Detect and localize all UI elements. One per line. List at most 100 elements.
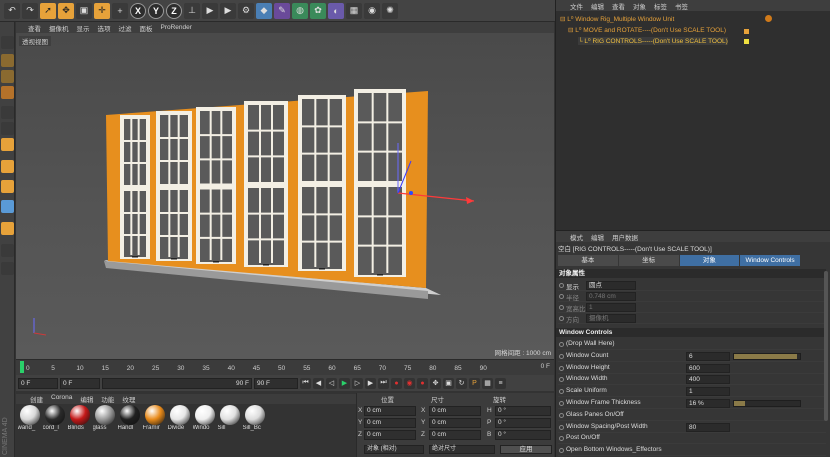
prop-value-field[interactable]: 16 % — [686, 399, 730, 408]
animate-dot-icon[interactable] — [559, 283, 564, 288]
animate-dot-icon[interactable] — [559, 436, 564, 442]
obj-menu-edit[interactable]: 编辑 — [591, 1, 604, 11]
prop-value-field[interactable]: 6 — [686, 351, 730, 361]
expand-icon[interactable]: ⊟ L⁰ — [560, 16, 575, 23]
model-mode-icon[interactable] — [1, 54, 14, 67]
grid-icon[interactable] — [1, 262, 14, 275]
tweak-mode-icon[interactable] — [1, 180, 14, 193]
viewport-menu-view[interactable]: 查看 — [28, 23, 41, 33]
recent-tools-icon[interactable]: + — [112, 2, 128, 19]
tag-icon[interactable] — [765, 15, 772, 22]
polygons-mode-icon[interactable] — [1, 138, 14, 151]
axis-mode-icon[interactable] — [1, 160, 14, 173]
viewport-menu-panel[interactable]: 面板 — [140, 23, 153, 33]
prop-value-field[interactable]: 摄像机 — [586, 314, 636, 323]
render-picture-viewer-icon[interactable]: ▶ — [220, 2, 236, 19]
rotate-key-icon[interactable]: ↻ — [456, 377, 467, 389]
render-view-icon[interactable]: ▶ — [202, 2, 218, 19]
prev-key-icon[interactable]: ◀ — [313, 377, 324, 389]
object-row-window-rig[interactable]: ⊟ L⁰ Window Rig_Multiple Window Unit — [560, 15, 674, 23]
prop-value-field[interactable]: 600 — [686, 363, 730, 373]
tab-basic[interactable]: 基本 — [558, 255, 618, 266]
cube-icon[interactable]: ◆ — [256, 2, 272, 19]
cloner-icon[interactable]: ✿ — [310, 2, 326, 19]
undo-icon[interactable]: ↶ — [4, 2, 20, 19]
size-mode-dropdown[interactable]: 绝对尺寸 — [429, 445, 495, 454]
animate-dot-icon[interactable] — [559, 377, 564, 383]
viewport-menu-display[interactable]: 显示 — [77, 23, 90, 33]
render-settings-icon[interactable]: ⚙ — [238, 2, 254, 19]
animate-dot-icon[interactable] — [559, 316, 564, 321]
prop-value-field[interactable]: 80 — [686, 422, 730, 432]
prop-slider[interactable] — [733, 400, 801, 407]
move-tool-icon[interactable]: ✥ — [58, 2, 74, 19]
viewport-menu-options[interactable]: 选项 — [98, 23, 111, 33]
timeline-menu-icon[interactable]: ≡ — [495, 377, 506, 389]
attr-menu-edit[interactable]: 编辑 — [591, 232, 604, 242]
pla-key-icon[interactable]: ▦ — [482, 377, 493, 389]
animate-dot-icon[interactable] — [559, 342, 564, 347]
material-swatch[interactable]: Divide — [168, 405, 191, 445]
object-row-move-rotate[interactable]: ⊟ L⁰ MOVE and ROTATE----(Don't Use SCALE… — [568, 26, 726, 34]
current-frame-field[interactable]: 0 F — [60, 377, 100, 389]
expand-icon[interactable]: ⊟ L⁰ — [568, 27, 583, 34]
prop-value-field[interactable]: 400 — [686, 375, 730, 385]
perspective-viewport[interactable]: 透视视图 网格间距 : 1000 cm — [16, 33, 554, 359]
animate-dot-icon[interactable] — [559, 412, 564, 418]
viewport-menu-filter[interactable]: 过滤 — [119, 23, 132, 33]
size-z-field[interactable]: 0 cm — [429, 430, 481, 440]
floor-icon[interactable]: ▦ — [346, 2, 362, 19]
material-swatch[interactable]: Windo — [193, 405, 216, 445]
pen-icon[interactable]: ✎ — [274, 2, 290, 19]
prop-value-field[interactable]: 1 — [586, 303, 636, 312]
rotation-h-field[interactable]: 0 ° — [495, 406, 551, 416]
next-key-icon[interactable]: ▶ — [365, 377, 376, 389]
rotate-tool-icon[interactable]: ✛ — [94, 2, 110, 19]
x-axis-lock[interactable]: X — [130, 2, 146, 19]
snap-icon[interactable] — [1, 200, 14, 213]
object-row-rig-controls[interactable]: └ L⁰ RIG CONTROLS-----(Don't Use SCALE T… — [578, 37, 728, 45]
frame-range-slider[interactable]: 90 F — [102, 377, 252, 389]
material-menu-edit[interactable]: 编辑 — [80, 394, 93, 404]
param-key-icon[interactable]: P — [469, 377, 480, 389]
prop-slider[interactable] — [733, 352, 801, 360]
material-swatch[interactable]: wand_ — [18, 405, 41, 445]
position-z-field[interactable]: 0 cm — [364, 430, 416, 440]
scale-tool-icon[interactable]: ▣ — [76, 2, 92, 19]
animate-dot-icon[interactable] — [559, 294, 564, 299]
timeline[interactable]: 0 5 10 15 20 25 30 35 40 45 50 55 60 65 70 75 80 85 90 0 F — [16, 359, 554, 375]
position-y-field[interactable]: 0 cm — [364, 418, 416, 428]
next-frame-icon[interactable]: ▷ — [352, 377, 363, 389]
goto-end-icon[interactable]: ⏭ — [378, 377, 389, 389]
points-mode-icon[interactable] — [1, 106, 14, 119]
prop-value-field[interactable]: 1 — [686, 387, 730, 397]
size-y-field[interactable]: 0 cm — [429, 418, 481, 428]
prop-value-field[interactable]: 0.748 cm — [586, 292, 636, 301]
lock-workplane-icon[interactable] — [1, 244, 14, 257]
record-icon[interactable]: ● — [391, 377, 402, 389]
rotation-p-field[interactable]: 0 ° — [495, 418, 551, 428]
scale-key-icon[interactable]: ▣ — [443, 377, 454, 389]
tab-object[interactable]: 对象 — [679, 255, 740, 266]
size-x-field[interactable]: 0 cm — [429, 406, 481, 416]
make-editable-icon[interactable] — [1, 36, 14, 49]
end-frame-field[interactable]: 90 F — [254, 377, 298, 389]
material-swatch[interactable]: Blinds — [68, 405, 91, 445]
animate-dot-icon[interactable] — [559, 365, 564, 371]
camera-icon[interactable]: ◉ — [364, 2, 380, 19]
obj-menu-view[interactable]: 查看 — [612, 1, 625, 11]
locking-icon[interactable] — [1, 222, 14, 235]
obj-menu-object[interactable]: 对象 — [633, 1, 646, 11]
material-swatch[interactable]: Handl — [118, 405, 141, 445]
tab-coord[interactable]: 坐标 — [618, 255, 679, 266]
animate-dot-icon[interactable] — [559, 353, 564, 359]
keyframe-selection-icon[interactable]: ● — [417, 377, 428, 389]
material-menu-texture[interactable]: 纹理 — [122, 394, 135, 404]
start-frame-field[interactable]: 0 F — [18, 377, 58, 389]
viewport-menu-camera[interactable]: 摄像机 — [49, 23, 69, 33]
animate-dot-icon[interactable] — [559, 448, 564, 454]
position-x-field[interactable]: 0 cm — [364, 406, 416, 416]
move-key-icon[interactable]: ✥ — [430, 377, 441, 389]
material-swatch[interactable]: Framir — [143, 405, 166, 445]
animate-dot-icon[interactable] — [559, 401, 564, 406]
